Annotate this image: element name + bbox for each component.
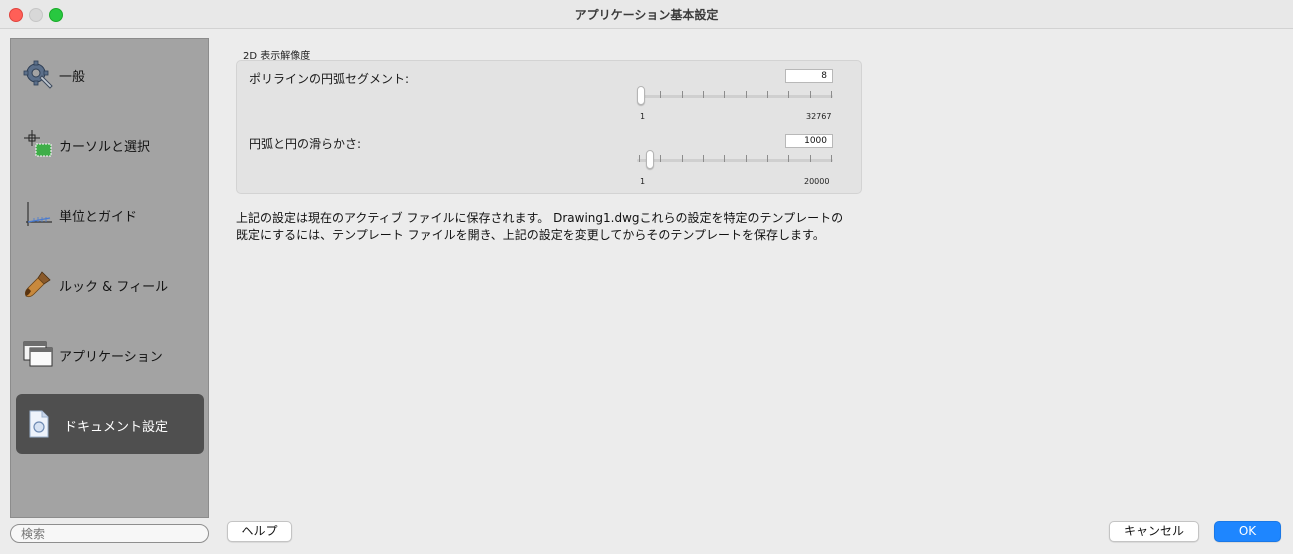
slider-tick xyxy=(724,91,726,98)
polyline-segments-label: ポリラインの円弧セグメント: xyxy=(249,72,410,86)
slider-tick xyxy=(660,155,662,162)
sidebar-item-look-feel[interactable]: ルック & フィール xyxy=(16,254,204,314)
gear-wrench-icon xyxy=(23,60,53,89)
slider-tick xyxy=(639,155,640,162)
slider-min-label: 1 xyxy=(640,177,646,186)
sidebar-item-label: 単位とガイド xyxy=(59,210,138,225)
sidebar-item-units-guides[interactable]: 単位とガイド xyxy=(16,184,204,244)
arc-smoothness-input[interactable]: 1000 xyxy=(785,134,833,148)
sidebar-item-label: 一般 xyxy=(59,70,86,85)
slider-tick xyxy=(681,155,683,162)
slider-tick xyxy=(724,155,726,162)
search-input[interactable] xyxy=(10,524,209,543)
display-resolution-group: ポリラインの円弧セグメント: 8 1 32767 円弧と円の滑らかさ: 1000… xyxy=(236,60,862,194)
slider-track xyxy=(637,159,833,162)
slider-tick xyxy=(788,155,790,162)
slider-tick xyxy=(831,155,832,162)
sidebar-item-cursor-selection[interactable]: カーソルと選択 xyxy=(16,114,204,174)
slider-tick xyxy=(681,91,683,98)
document-icon xyxy=(29,410,49,438)
sidebar-item-label: アプリケーション xyxy=(59,350,163,365)
description-line: 既定にするには、テンプレート ファイルを開き、上記の設定を変更してからそのテンプ… xyxy=(236,228,825,242)
description-text: 上記の設定は現在のアクティブ ファイルに保存されます。 Drawing1.dwg… xyxy=(236,210,876,244)
slider-tick xyxy=(767,91,768,98)
units-guide-icon xyxy=(26,202,52,226)
slider-track xyxy=(637,95,833,98)
slider-max-label: 20000 xyxy=(804,177,830,186)
sidebar-item-label: カーソルと選択 xyxy=(59,140,151,155)
slider-tick xyxy=(703,155,704,162)
slider-thumb[interactable] xyxy=(646,150,655,169)
polyline-segments-input[interactable]: 8 xyxy=(785,69,833,83)
slider-thumb[interactable] xyxy=(637,86,645,105)
slider-max-label: 32767 xyxy=(806,112,832,121)
sidebar-item-application[interactable]: アプリケーション xyxy=(16,324,204,384)
title-bar: アプリケーション基本設定 xyxy=(0,0,1293,29)
sidebar-item-label: ドキュメント設定 xyxy=(64,420,169,435)
slider-tick xyxy=(660,91,662,98)
slider-tick xyxy=(809,155,811,162)
sidebar-item-general[interactable]: 一般 xyxy=(16,44,204,104)
help-button[interactable]: ヘルプ xyxy=(227,521,292,542)
slider-min-label: 1 xyxy=(640,112,646,121)
slider-tick xyxy=(767,155,768,162)
paintbrush-icon xyxy=(24,271,51,298)
slider-tick xyxy=(788,91,790,98)
window-title: アプリケーション基本設定 xyxy=(574,8,719,22)
crosshair-selection-icon xyxy=(24,130,52,157)
application-windows-icon xyxy=(23,341,53,367)
arc-smoothness-slider[interactable] xyxy=(637,150,833,170)
slider-tick xyxy=(745,155,747,162)
sidebar-item-label: ルック & フィール xyxy=(59,280,169,295)
sidebar-item-document-settings[interactable]: ドキュメント設定 xyxy=(16,394,204,454)
slider-tick xyxy=(809,91,811,98)
sidebar: 一般 カーソルと選択 単位とガイド ルック & フィール アプリケーション ドキ… xyxy=(10,38,209,518)
polyline-segments-slider[interactable] xyxy=(637,86,833,106)
slider-tick xyxy=(831,91,832,98)
arc-smoothness-label: 円弧と円の滑らかさ: xyxy=(249,137,362,151)
slider-tick xyxy=(703,91,704,98)
cancel-button[interactable]: キャンセル xyxy=(1109,521,1199,542)
ok-button[interactable]: OK xyxy=(1214,521,1281,542)
description-line: 上記の設定は現在のアクティブ ファイルに保存されます。 Drawing1.dwg… xyxy=(236,211,844,225)
slider-tick xyxy=(745,91,747,98)
